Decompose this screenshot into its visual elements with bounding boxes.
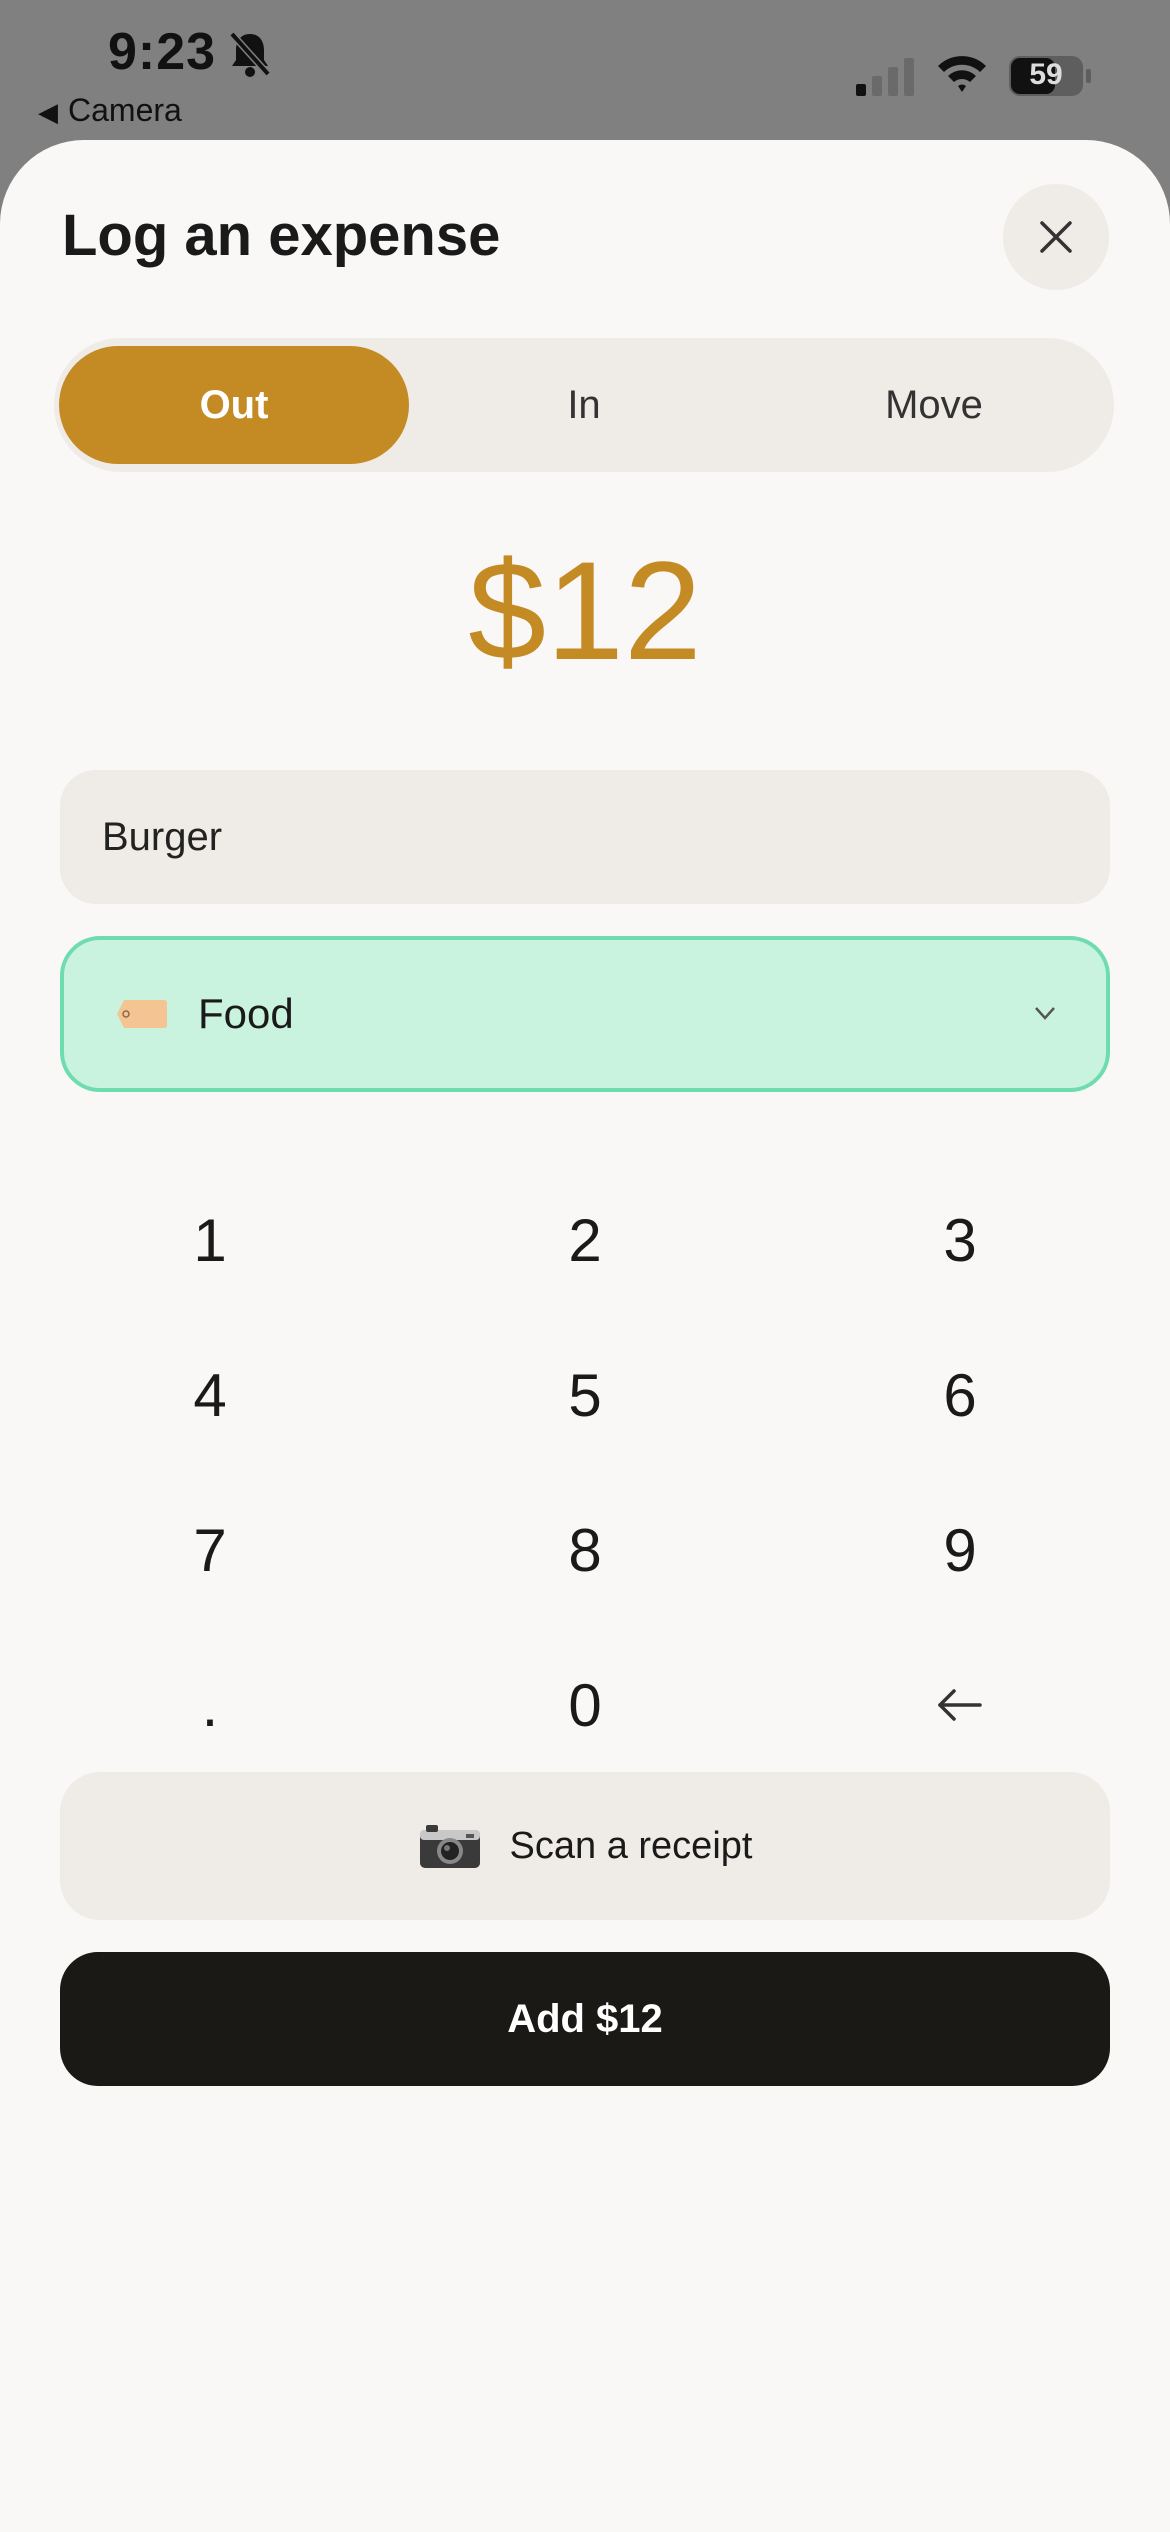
back-label: Camera xyxy=(68,92,182,128)
close-button[interactable] xyxy=(1003,184,1109,290)
close-icon xyxy=(1040,221,1072,253)
battery-icon: 59 xyxy=(1008,54,1092,98)
bell-muted-icon xyxy=(228,30,272,78)
key-1[interactable]: 1 xyxy=(60,1180,360,1300)
back-to-camera-link[interactable]: ◀ Camera xyxy=(38,92,182,129)
chevron-down-icon xyxy=(1035,1007,1055,1020)
key-0[interactable]: 0 xyxy=(435,1645,735,1765)
amount-display: $12 xyxy=(468,532,702,689)
wifi-icon xyxy=(936,52,988,96)
key-6[interactable]: 6 xyxy=(810,1335,1110,1455)
tab-in[interactable]: In xyxy=(409,346,759,464)
cellular-signal-icon xyxy=(856,56,916,96)
transaction-type-toggle: Out In Move xyxy=(54,338,1114,472)
key-decimal[interactable]: . xyxy=(60,1645,360,1765)
tab-out[interactable]: Out xyxy=(59,346,409,464)
backspace-arrow-icon xyxy=(938,1689,982,1721)
key-5[interactable]: 5 xyxy=(435,1335,735,1455)
battery-level: 59 xyxy=(1029,58,1063,91)
back-arrow-icon: ◀ xyxy=(38,97,58,127)
description-field[interactable]: Burger xyxy=(60,770,1110,904)
key-2[interactable]: 2 xyxy=(435,1180,735,1300)
scan-receipt-button[interactable]: Scan a receipt xyxy=(60,1772,1110,1920)
sheet-title: Log an expense xyxy=(62,203,501,268)
category-label: Food xyxy=(198,990,294,1037)
backspace-key[interactable] xyxy=(810,1645,1110,1765)
description-value: Burger xyxy=(102,814,223,859)
expense-sheet: Log an expense Out In Move $12 Burger Fo… xyxy=(0,140,1170,2532)
status-time: 9:23 xyxy=(108,23,217,81)
add-expense-button[interactable]: Add $12 xyxy=(60,1952,1110,2086)
category-select[interactable]: Food xyxy=(60,936,1110,1092)
key-4[interactable]: 4 xyxy=(60,1335,360,1455)
key-3[interactable]: 3 xyxy=(810,1180,1110,1300)
status-bar: 9:23 ◀ Camera 59 xyxy=(0,0,1170,140)
tag-icon xyxy=(117,1000,167,1028)
key-8[interactable]: 8 xyxy=(435,1490,735,1610)
key-7[interactable]: 7 xyxy=(60,1490,360,1610)
scan-receipt-label: Scan a receipt xyxy=(509,1824,753,1867)
camera-icon xyxy=(419,1825,480,1868)
tab-move[interactable]: Move xyxy=(759,346,1109,464)
key-9[interactable]: 9 xyxy=(810,1490,1110,1610)
